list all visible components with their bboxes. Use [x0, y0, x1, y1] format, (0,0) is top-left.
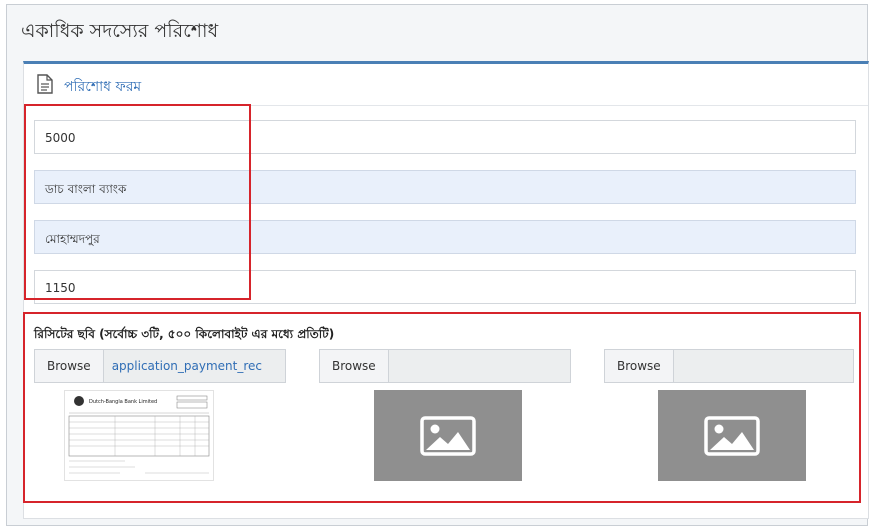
document-icon	[37, 74, 53, 94]
panel-header: পরিশোধ ফরম	[24, 64, 868, 106]
highlight-box-fields	[24, 104, 251, 300]
panel-title: পরিশোধ ফরম	[64, 79, 142, 95]
page-title: একাধিক সদস্যের পরিশোধ	[21, 20, 219, 42]
highlight-box-upload	[23, 312, 861, 503]
